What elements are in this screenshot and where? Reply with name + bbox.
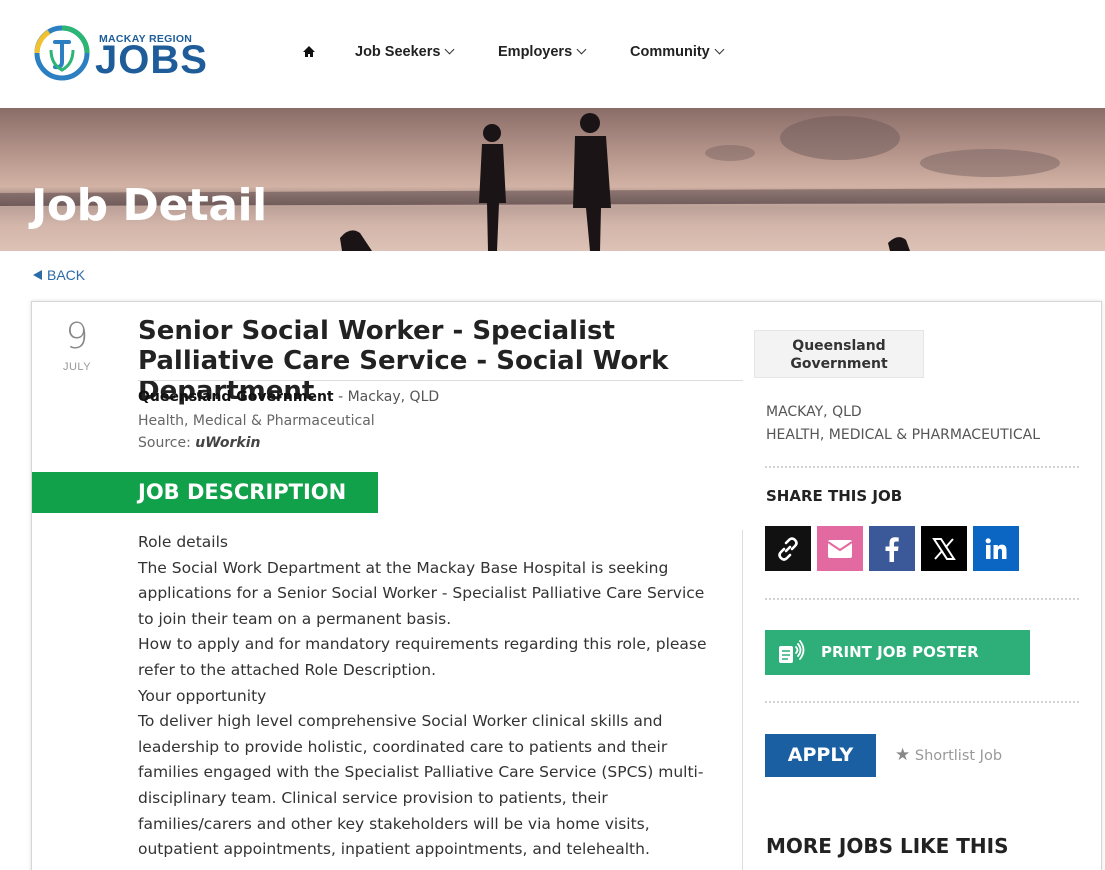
desc-paragraph: Role details xyxy=(138,533,228,551)
desc-paragraph: To deliver high level comprehensive Soci… xyxy=(138,712,704,859)
linkedin-icon xyxy=(985,537,1007,559)
desc-paragraph: The Social Work Department at the Mackay… xyxy=(138,558,705,628)
job-description-heading: JOB DESCRIPTION xyxy=(32,472,378,513)
page-title: Job Detail xyxy=(31,180,267,231)
x-icon xyxy=(932,537,956,560)
title-divider xyxy=(138,380,743,381)
job-location: - Mackay, QLD xyxy=(333,389,440,405)
divider xyxy=(765,466,1079,468)
company-logo-box[interactable]: Queensland Government xyxy=(754,330,924,378)
facebook-icon xyxy=(885,536,899,562)
divider xyxy=(765,701,1079,703)
nav-job-seekers[interactable]: Job Seekers xyxy=(355,44,455,60)
company-location: Queensland Government - Mackay, QLD xyxy=(138,389,439,405)
posted-day: 9 xyxy=(65,316,89,357)
company-name[interactable]: Queensland Government xyxy=(138,389,334,405)
chevron-down-icon xyxy=(576,44,587,55)
share-email-button[interactable] xyxy=(817,526,863,571)
apply-button[interactable]: APPLY xyxy=(765,734,876,777)
job-category: Health, Medical & Pharmaceutical xyxy=(138,413,375,429)
back-label: BACK xyxy=(47,267,86,283)
nav-label: Employers xyxy=(498,44,573,60)
poster-icon xyxy=(779,640,805,663)
nav-employers[interactable]: Employers xyxy=(498,44,587,60)
share-linkedin-button[interactable] xyxy=(973,526,1019,571)
nav-label: Job Seekers xyxy=(355,44,441,60)
column-divider xyxy=(742,530,743,870)
posted-month: JULY xyxy=(62,361,92,373)
email-icon xyxy=(827,539,853,558)
desc-paragraph: Your opportunity xyxy=(138,686,267,705)
site-logo[interactable]: MACKAY REGION JOBS xyxy=(33,24,207,82)
share-heading: SHARE THIS JOB xyxy=(766,487,903,505)
sidebar-location: MACKAY, QLD xyxy=(766,404,862,420)
nav-label: Community xyxy=(630,44,710,60)
shortlist-job-button[interactable]: ★ Shortlist Job xyxy=(895,745,1002,765)
back-link[interactable]: BACK xyxy=(33,267,85,283)
sidebar-meta: MACKAY, QLD HEALTH, MEDICAL & PHARMACEUT… xyxy=(766,401,1040,447)
sidebar-category: HEALTH, MEDICAL & PHARMACEUTICAL xyxy=(766,427,1040,443)
source-label: Source: xyxy=(138,435,196,451)
source-name: uWorkin xyxy=(195,435,261,451)
share-link-button[interactable] xyxy=(765,526,811,571)
link-icon xyxy=(778,536,798,561)
chevron-down-icon xyxy=(714,44,725,55)
site-header: MACKAY REGION JOBS Job Seekers Employers… xyxy=(0,0,1105,108)
nav-community[interactable]: Community xyxy=(630,44,725,60)
job-source: Source: uWorkin xyxy=(138,435,261,451)
print-label: PRINT JOB POSTER xyxy=(821,643,979,661)
logo-wordmark: JOBS xyxy=(95,38,208,82)
chevron-down-icon xyxy=(445,44,455,55)
divider xyxy=(765,598,1079,600)
share-facebook-button[interactable] xyxy=(869,526,915,571)
back-arrow-icon xyxy=(33,270,42,280)
shortlist-label: Shortlist Job xyxy=(914,748,1003,764)
home-icon[interactable] xyxy=(302,45,316,63)
more-jobs-heading: MORE JOBS LIKE THIS xyxy=(766,834,1009,858)
star-icon: ★ xyxy=(895,745,911,765)
desc-paragraph: How to apply and for mandatory requireme… xyxy=(138,635,707,679)
share-x-button[interactable] xyxy=(921,526,967,571)
print-job-poster-button[interactable]: PRINT JOB POSTER xyxy=(765,630,1030,675)
logo-mark-icon xyxy=(34,25,90,81)
job-description-body: Role details The Social Work Department … xyxy=(138,530,718,863)
hero-banner: Job Detail xyxy=(0,108,1105,251)
